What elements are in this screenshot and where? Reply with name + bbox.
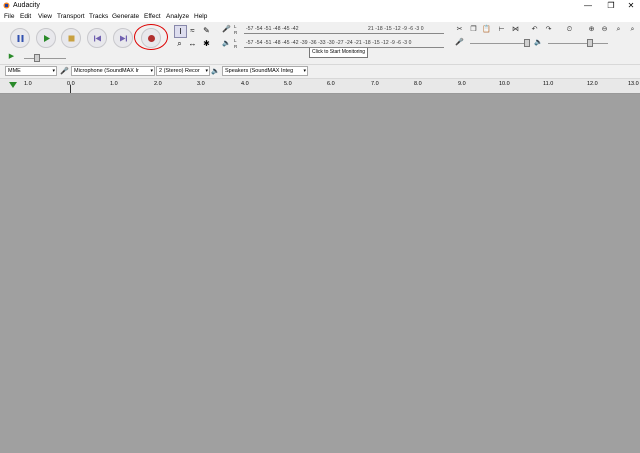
speaker-icon: 🔈 — [211, 68, 220, 75]
recording-volume-slider[interactable] — [470, 43, 530, 44]
menu-help[interactable]: Help — [194, 13, 207, 20]
menu-generate[interactable]: Generate — [112, 13, 139, 20]
play-speed-slider[interactable] — [24, 58, 66, 59]
recording-channels-value: 2 (Stereo) Recor — [159, 68, 200, 74]
recording-volume-thumb[interactable] — [524, 39, 530, 47]
stop-button[interactable] — [61, 28, 81, 48]
ruler-tick: 10.0 — [499, 81, 510, 87]
audio-host-value: MME — [8, 68, 21, 74]
recording-channels-select[interactable]: 2 (Stereo) Recor ▾ — [156, 66, 210, 76]
audacity-logo-icon — [3, 2, 10, 9]
trim-icon[interactable]: ⊢ — [497, 25, 506, 34]
fit-project-icon[interactable]: ⌕ — [628, 25, 637, 34]
playhead-icon[interactable] — [9, 82, 17, 88]
undo-icon[interactable]: ↶ — [530, 25, 539, 34]
record-annotation-circle — [134, 24, 168, 50]
ruler-tick: 5.0 — [284, 81, 292, 87]
menu-analyze[interactable]: Analyze — [166, 13, 189, 20]
minimize-button[interactable]: — — [578, 0, 598, 12]
track-area[interactable] — [0, 94, 640, 453]
sync-lock-icon[interactable]: ⏲ — [565, 25, 574, 34]
playback-volume-icon: 🔈 — [534, 39, 543, 46]
chevron-down-icon: ▾ — [52, 68, 55, 74]
ruler-zero-marker — [70, 85, 71, 93]
ruler-tick: 11.0 — [543, 81, 554, 87]
timeline-ruler[interactable]: 1.0 0.0 1.0 2.0 3.0 4.0 5.0 6.0 7.0 8.0 … — [0, 79, 640, 94]
time-shift-tool-icon[interactable]: ↔ — [187, 38, 198, 49]
menu-transport[interactable]: Transport — [57, 13, 85, 20]
stop-icon — [68, 35, 75, 42]
device-toolbar: MME ▾ 🎤 Microphone (SoundMAX Ir ▾ 2 (Stere… — [0, 65, 640, 79]
skip-to-start-button[interactable] — [87, 28, 107, 48]
window-title: Audacity — [13, 2, 40, 9]
pause-button[interactable] — [10, 28, 30, 48]
playback-meter-r-label: R — [234, 44, 238, 49]
menu-edit[interactable]: Edit — [20, 13, 31, 20]
play-icon — [44, 35, 50, 42]
multi-tool-icon[interactable]: ✱ — [201, 38, 212, 49]
playback-volume-thumb[interactable] — [587, 39, 593, 47]
chevron-down-icon: ▾ — [303, 68, 306, 74]
skip-to-end-icon — [120, 35, 127, 42]
chevron-down-icon: ▾ — [150, 68, 153, 74]
zoom-out-icon[interactable]: ⊖ — [600, 25, 609, 34]
audio-host-select[interactable]: MME ▾ — [5, 66, 57, 76]
monitoring-tooltip: Click to Start Monitoring — [309, 47, 369, 58]
play-speed-thumb[interactable] — [34, 54, 40, 62]
pause-icon — [17, 35, 24, 42]
menu-tracks[interactable]: Tracks — [89, 13, 108, 20]
speaker-icon[interactable]: 🔈 — [222, 39, 231, 48]
playback-volume-slider[interactable] — [548, 43, 608, 44]
envelope-tool-icon[interactable]: ≈ — [187, 25, 198, 36]
playback-device-value: Speakers (SoundMAX Integ — [225, 68, 294, 74]
skip-to-start-icon — [94, 35, 101, 42]
ruler-tick: 1.0 — [110, 81, 118, 87]
ruler-tick: 4.0 — [241, 81, 249, 87]
ruler-tick: 9.0 — [458, 81, 466, 87]
maximize-button[interactable]: ❐ — [601, 0, 621, 12]
ruler-tick: 2.0 — [154, 81, 162, 87]
zoom-tool-icon[interactable]: ⌕ — [174, 38, 185, 49]
recording-device-select[interactable]: Microphone (SoundMAX Ir ▾ — [71, 66, 155, 76]
menu-file[interactable]: File — [4, 13, 14, 20]
play-button[interactable] — [36, 28, 56, 48]
toolbar-area: I ≈ ✎ ⌕ ↔ ✱ 🎤 L R -57 -54 -51 -48 -45 -4… — [0, 22, 640, 65]
menu-bar: File Edit View Transport Tracks Generate… — [0, 12, 640, 22]
playback-device-select[interactable]: Speakers (SoundMAX Integ ▾ — [222, 66, 308, 76]
ruler-tick: 1.0 — [24, 81, 32, 87]
microphone-icon: 🎤 — [60, 68, 69, 75]
draw-tool-icon[interactable]: ✎ — [201, 25, 212, 36]
ruler-tick: 12.0 — [587, 81, 598, 87]
ruler-tick: 8.0 — [414, 81, 422, 87]
microphone-icon[interactable]: 🎤 — [222, 25, 231, 34]
ruler-tick: 7.0 — [371, 81, 379, 87]
close-button[interactable]: ✕ — [621, 0, 640, 12]
menu-view[interactable]: View — [38, 13, 52, 20]
title-bar: Audacity — ❐ ✕ — [0, 0, 640, 12]
record-meter-bar[interactable] — [244, 33, 444, 34]
ruler-tick: 6.0 — [327, 81, 335, 87]
silence-icon[interactable]: ⋈ — [511, 25, 520, 34]
redo-icon[interactable]: ↷ — [544, 25, 553, 34]
chevron-down-icon: ▾ — [205, 68, 208, 74]
ruler-tick: 3.0 — [197, 81, 205, 87]
recording-device-value: Microphone (SoundMAX Ir — [74, 68, 139, 74]
copy-icon[interactable]: ❐ — [469, 25, 478, 34]
fit-selection-icon[interactable]: ⌕ — [614, 25, 623, 34]
paste-icon[interactable]: 📋 — [482, 25, 491, 34]
play-at-speed-icon[interactable]: ▶ — [7, 52, 16, 61]
playback-meter-bar[interactable] — [244, 47, 444, 48]
recording-volume-icon: 🎤 — [455, 39, 464, 46]
selection-tool-icon[interactable]: I — [174, 25, 187, 38]
skip-to-end-button[interactable] — [113, 28, 133, 48]
zoom-in-icon[interactable]: ⊕ — [587, 25, 596, 34]
menu-effect[interactable]: Effect — [144, 13, 161, 20]
cut-icon[interactable]: ✂ — [455, 25, 464, 34]
ruler-tick: 13.0 — [628, 81, 639, 87]
